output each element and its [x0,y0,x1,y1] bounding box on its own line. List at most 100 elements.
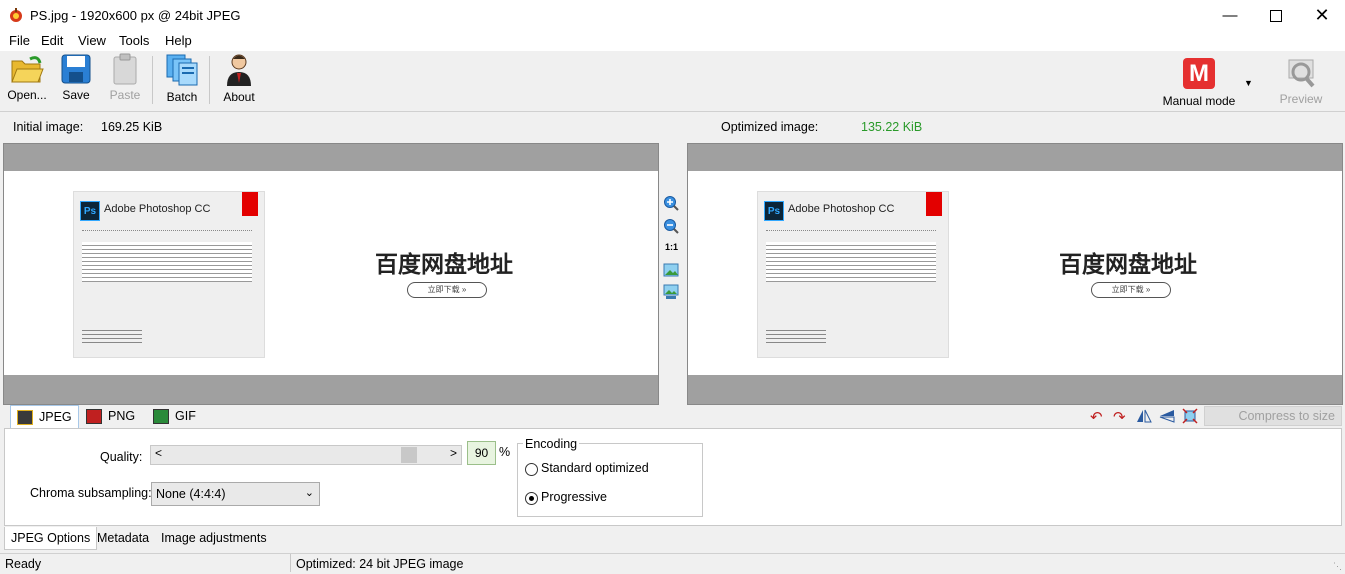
toolbar-separator [152,56,153,104]
tab-jpeg-label: JPEG [39,410,72,424]
resize-grip-icon[interactable]: ⋱ [1333,561,1342,572]
tab-gif-label: GIF [175,409,196,423]
adobe-logo-icon [926,192,942,216]
preview-download-button: 立即下载 » [407,282,487,298]
save-button[interactable]: Save [57,53,95,108]
zoom-out-icon[interactable] [663,218,679,234]
open-button[interactable]: Open... [4,53,50,108]
menu-file[interactable]: File [9,33,30,48]
about-button[interactable]: About [218,53,260,108]
encoding-progressive-label: Progressive [541,490,607,504]
open-folder-icon [11,56,44,83]
optimized-image-panel[interactable]: Ps Adobe Photoshop CC 百度网盘地址 立即下载 » [687,143,1343,405]
slider-thumb[interactable] [401,447,417,463]
slider-left-arrow-icon[interactable]: < [155,446,162,460]
paste-button[interactable]: Paste [105,53,145,108]
photoshop-logo-icon: Ps [80,201,100,221]
initial-image-canvas: Ps Adobe Photoshop CC 百度网盘地址 立即下载 » [4,171,658,375]
preview-app-title: Adobe Photoshop CC [788,203,895,215]
save-label: Save [62,88,90,102]
paste-clipboard-icon [113,53,137,85]
quality-label: Quality: [100,450,143,464]
app-icon [8,7,24,23]
encoding-title: Encoding [523,437,580,451]
open-label: Open... [7,88,47,102]
preview-heading: 百度网盘地址 [1059,252,1197,278]
save-disk-icon [61,54,91,84]
close-button[interactable]: ✕ [1299,0,1345,31]
encoding-standard-radio[interactable] [525,463,538,476]
tab-gif[interactable]: GIF [147,405,202,427]
tab-jpeg-options[interactable]: JPEG Options [4,527,98,550]
menu-view[interactable]: View [78,33,106,48]
tab-png[interactable]: PNG [80,405,141,427]
encoding-standard-option[interactable]: Standard optimized [524,461,694,477]
quality-value-field[interactable]: 90 [467,441,496,465]
tab-png-label: PNG [108,409,136,423]
close-icon: ✕ [1314,5,1330,25]
flip-vertical-icon[interactable] [1159,409,1175,426]
minimize-button[interactable]: — [1207,0,1253,31]
manual-mode-label: Manual mode [1162,94,1236,108]
chroma-subsampling-select[interactable]: None (4:4:4) ⌄ [151,482,320,506]
encoding-progressive-option[interactable]: Progressive [524,490,694,506]
zoom-in-icon[interactable] [663,195,679,211]
quality-slider[interactable]: < > [150,445,462,465]
photoshop-dialog-image: Ps Adobe Photoshop CC [757,191,949,358]
paste-label: Paste [109,88,141,102]
batch-button[interactable]: Batch [160,53,204,108]
chevron-down-icon: ⌄ [304,487,314,499]
compare-view-icon[interactable] [663,284,679,300]
optimized-image-label: Optimized image: [721,120,819,134]
compress-to-size-button[interactable]: Compress to size [1204,406,1342,426]
status-bar [0,553,1345,574]
tab-image-adjustments[interactable]: Image adjustments [155,527,273,549]
initial-image-label: Initial image: [13,120,84,134]
jpeg-format-icon [17,409,33,425]
optimized-image-canvas: Ps Adobe Photoshop CC 百度网盘地址 立即下载 » [688,171,1342,375]
optimized-image-size: 135.22 KiB [861,120,923,134]
initial-image-size: 169.25 KiB [101,120,163,134]
window-title: PS.jpg - 1920x600 px @ 24bit JPEG [30,8,241,23]
tab-jpeg[interactable]: JPEG [10,405,79,429]
batch-files-icon [166,54,198,86]
preview-button[interactable]: Preview [1275,53,1327,108]
quality-percent-label: % [499,445,511,459]
encoding-standard-label: Standard optimized [541,461,649,475]
menu-edit[interactable]: Edit [41,33,63,48]
status-divider [290,554,291,572]
manual-mode-button[interactable]: M Manual mode [1160,53,1238,108]
preview-magnifier-icon [1288,59,1315,88]
manual-mode-icon: M [1183,58,1215,89]
toolbar-separator [209,56,210,104]
menu-bar [0,31,1345,51]
status-text: Ready [5,557,42,571]
adobe-logo-icon [242,192,258,216]
menu-tools[interactable]: Tools [119,33,149,48]
zoom-actual-size-button[interactable]: 1:1 [665,242,678,252]
chroma-subsampling-label: Chroma subsampling: [30,486,152,500]
gif-format-icon [153,408,169,424]
menu-help[interactable]: Help [165,33,192,48]
png-format-icon [86,408,102,424]
maximize-icon [1270,9,1282,22]
about-label: About [223,90,255,104]
mode-dropdown-chevron-icon[interactable]: ▼ [1244,78,1253,88]
fit-to-window-icon[interactable] [663,262,679,278]
preview-heading: 百度网盘地址 [375,252,513,278]
slider-right-arrow-icon[interactable]: > [450,446,457,460]
batch-label: Batch [166,90,198,104]
rotate-left-icon[interactable]: ↶ [1090,408,1103,426]
chroma-select-value: None (4:4:4) [156,487,226,501]
initial-image-panel[interactable]: Ps Adobe Photoshop CC 百度网盘地址 立即下载 » [3,143,659,405]
photoshop-dialog-image: Ps Adobe Photoshop CC [73,191,265,358]
preview-download-button: 立即下载 » [1091,282,1171,298]
encoding-progressive-radio[interactable] [525,492,538,505]
crop-resize-icon[interactable] [1182,408,1198,427]
flip-horizontal-icon[interactable] [1136,409,1152,426]
maximize-button[interactable] [1253,0,1299,31]
preview-app-title: Adobe Photoshop CC [104,203,211,215]
about-person-icon [227,54,251,86]
rotate-right-icon[interactable]: ↷ [1113,408,1126,426]
tab-metadata[interactable]: Metadata [91,527,155,549]
